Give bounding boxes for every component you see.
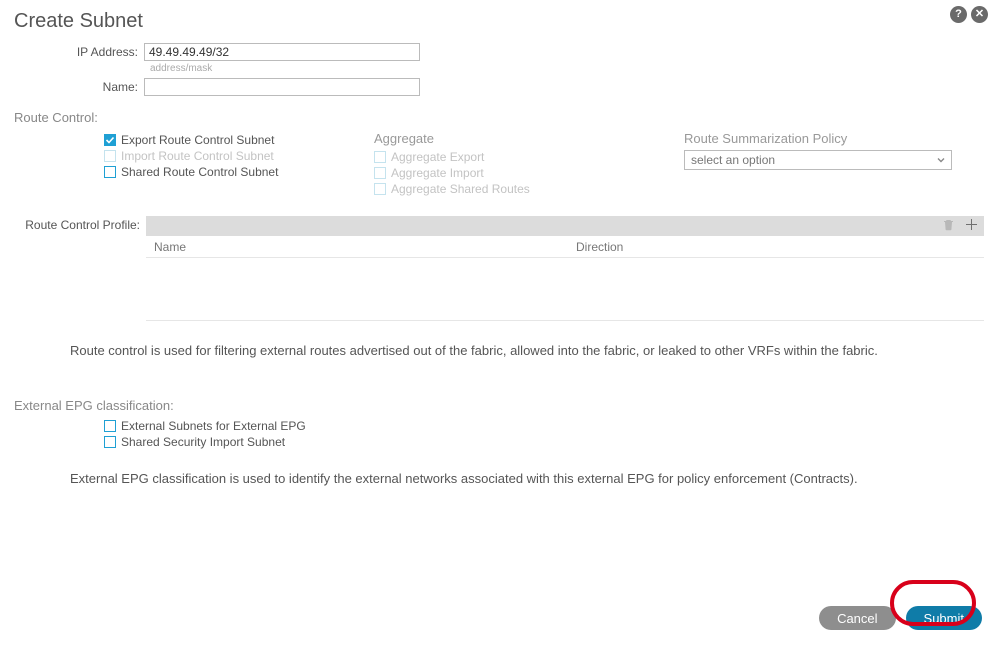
checkbox-label: Shared Security Import Subnet: [121, 435, 285, 449]
checkbox-label: Shared Route Control Subnet: [121, 165, 278, 179]
checkbox-unchecked-icon: [374, 151, 386, 163]
plus-icon[interactable]: [965, 218, 978, 234]
checkbox-label: Aggregate Export: [391, 150, 484, 164]
checkbox-label: Aggregate Import: [391, 166, 484, 180]
checkbox-unchecked-icon: [374, 167, 386, 179]
ip-address-hint: address/mask: [150, 63, 984, 74]
external-subnets-for-external-epg-row[interactable]: External Subnets for External EPG: [104, 419, 984, 433]
checkbox-label: Import Route Control Subnet: [121, 149, 274, 163]
help-glyph: ?: [955, 9, 962, 20]
import-route-control-subnet-row: Import Route Control Subnet: [104, 149, 374, 163]
checkbox-unchecked-icon: [104, 436, 116, 448]
ip-address-input[interactable]: [144, 43, 420, 61]
cancel-button[interactable]: Cancel: [819, 606, 895, 630]
external-epg-heading: External EPG classification:: [14, 398, 984, 413]
route-control-profile-table: Name Direction: [146, 216, 984, 321]
route-summarization-heading: Route Summarization Policy: [684, 131, 984, 146]
checkbox-label: Export Route Control Subnet: [121, 133, 274, 147]
shared-security-import-subnet-row[interactable]: Shared Security Import Subnet: [104, 435, 984, 449]
column-header-direction: Direction: [576, 240, 984, 254]
checkbox-unchecked-icon: [104, 150, 116, 162]
aggregate-heading: Aggregate: [374, 131, 684, 146]
select-value: select an option: [691, 153, 775, 167]
close-icon[interactable]: ✕: [971, 6, 988, 23]
trash-icon[interactable]: [942, 218, 955, 234]
export-route-control-subnet-row[interactable]: Export Route Control Subnet: [104, 133, 374, 147]
route-control-description: Route control is used for filtering exte…: [70, 343, 984, 358]
checkbox-unchecked-icon: [104, 420, 116, 432]
chevron-down-icon: [935, 154, 947, 166]
checkbox-unchecked-icon: [104, 166, 116, 178]
aggregate-export-row: Aggregate Export: [374, 150, 684, 164]
checkbox-label: Aggregate Shared Routes: [391, 182, 530, 196]
table-body-empty: [146, 258, 984, 320]
route-summarization-select[interactable]: select an option: [684, 150, 952, 170]
aggregate-import-row: Aggregate Import: [374, 166, 684, 180]
external-epg-description: External EPG classification is used to i…: [70, 471, 984, 486]
name-input[interactable]: [144, 78, 420, 96]
route-control-heading: Route Control:: [14, 110, 984, 125]
submit-button[interactable]: Submit: [906, 606, 982, 630]
shared-route-control-subnet-row[interactable]: Shared Route Control Subnet: [104, 165, 374, 179]
checkbox-label: External Subnets for External EPG: [121, 419, 306, 433]
column-header-name: Name: [146, 240, 576, 254]
dialog-title: Create Subnet: [14, 10, 984, 33]
aggregate-shared-routes-row: Aggregate Shared Routes: [374, 182, 684, 196]
help-icon[interactable]: ?: [950, 6, 967, 23]
name-label: Name:: [14, 80, 144, 94]
route-control-profile-label: Route Control Profile:: [14, 216, 146, 232]
ip-address-label: IP Address:: [14, 45, 144, 59]
checkbox-checked-icon: [104, 134, 116, 146]
close-glyph: ✕: [975, 9, 984, 20]
checkbox-unchecked-icon: [374, 183, 386, 195]
